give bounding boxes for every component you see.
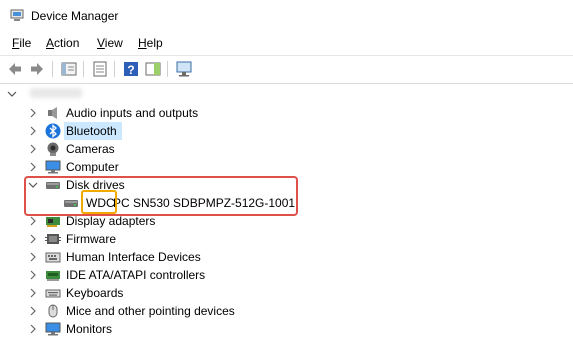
menu-action[interactable]: Action [46,36,79,50]
tree-category-firmware[interactable]: Firmware [0,230,573,248]
tree-category-ide-ata-atapi-controllers[interactable]: IDE ATA/ATAPI controllers [0,266,573,284]
tree-category-monitors[interactable]: Monitors [0,320,573,338]
device-manager-icon [10,9,24,21]
scan-hardware-icon[interactable] [175,60,193,78]
bluetooth-icon [45,123,61,139]
chevron-right-icon[interactable] [27,107,39,119]
menu-help[interactable]: Help [138,36,163,50]
chevron-right-icon[interactable] [27,269,39,281]
tree-category-label: Display adapters [66,214,156,228]
window-title: Device Manager [31,9,119,23]
keyboard-icon [45,289,61,298]
svg-text:?: ? [127,63,134,77]
highlight-box-disk-drives [24,176,298,216]
tree-category-keyboards[interactable]: Keyboards [0,284,573,302]
title-bar: Device Manager [0,0,573,32]
chevron-right-icon[interactable] [27,233,39,245]
chevron-right-icon[interactable] [27,143,39,155]
chevron-right-icon[interactable] [27,323,39,335]
menu-file[interactable]: File [12,36,31,50]
tree-category-label: Bluetooth [66,124,117,138]
monitor-icon [45,322,61,336]
console-tree-icon[interactable] [91,60,109,78]
chevron-right-icon[interactable] [27,215,39,227]
tree-category-label: Computer [66,160,119,174]
redacted-computer-name [30,88,82,98]
highlight-box-wdc [81,190,117,214]
tree-category-mice-and-other-pointing-devices[interactable]: Mice and other pointing devices [0,302,573,320]
chevron-right-icon[interactable] [27,251,39,263]
tree-category-label: Human Interface Devices [66,250,201,264]
tree-category-label: Keyboards [66,286,124,300]
menu-view[interactable]: View [97,36,123,50]
action-pane-icon[interactable] [144,60,162,78]
tree-category-human-interface-devices[interactable]: Human Interface Devices [0,248,573,266]
toolbar-separator [83,61,84,77]
tree-category-label: IDE ATA/ATAPI controllers [66,268,206,282]
chevron-right-icon[interactable] [27,305,39,317]
tree-category-label: Firmware [66,232,116,246]
toolbar-separator [52,61,53,77]
computer-icon [45,160,61,174]
speaker-icon [48,107,57,119]
chevron-right-icon[interactable] [27,287,39,299]
camera-icon [47,142,59,156]
chevron-right-icon[interactable] [27,125,39,137]
forward-icon[interactable] [28,60,46,78]
firmware-icon [45,234,61,244]
mouse-icon [48,304,58,318]
tree-root[interactable] [0,85,573,103]
toolbar-separator [167,61,168,77]
tree-category-label: Cameras [66,142,115,156]
hid-icon [45,252,61,263]
tree-category-label: Monitors [66,322,113,336]
chevron-down-icon[interactable] [6,88,18,100]
properties-icon[interactable] [60,60,78,78]
help-icon[interactable]: ? [122,60,140,78]
menu-bar: File Action View Help [0,32,573,54]
toolbar-separator [114,61,115,77]
tree-category-computer[interactable]: Computer [0,158,573,176]
tree-category-label: Audio inputs and outputs [66,106,199,120]
toolbar: ? [0,55,573,84]
tree-category-audio-inputs-and-outputs[interactable]: Audio inputs and outputs [0,104,573,122]
ide-controller-icon [46,271,60,281]
tree-category-cameras[interactable]: Cameras [0,140,573,158]
chevron-right-icon[interactable] [27,161,39,173]
tree-category-label: Mice and other pointing devices [66,304,235,318]
back-icon[interactable] [6,60,24,78]
tree-category-bluetooth[interactable]: Bluetooth [0,122,573,140]
